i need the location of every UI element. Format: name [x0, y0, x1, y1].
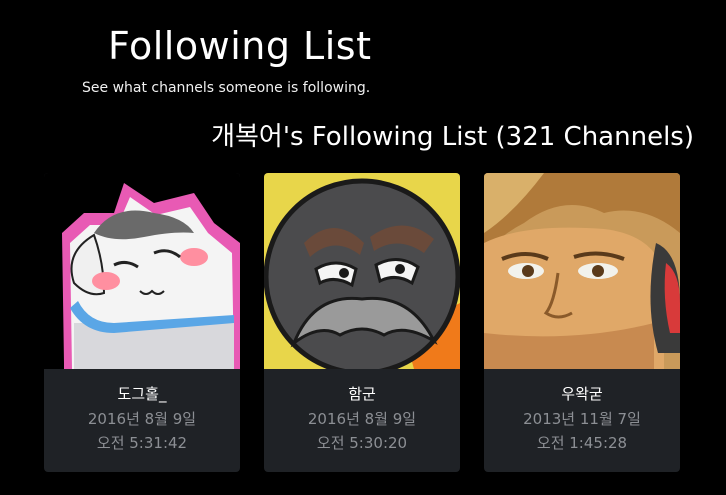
channel-avatar[interactable]: [484, 173, 680, 369]
follow-date: 2013년 11월 7일: [523, 410, 641, 428]
follow-date: 2016년 8월 9일: [307, 410, 417, 428]
channel-avatar[interactable]: [44, 173, 240, 369]
channel-name[interactable]: 도그홀_: [44, 383, 240, 404]
following-list-heading: 개복어's Following List (321 Channels): [211, 122, 694, 152]
follow-time: 오전 1:45:28: [536, 434, 628, 452]
channel-card[interactable]: 우왁굳 2013년 11월 7일 오전 1:45:28: [484, 173, 680, 472]
follow-date: 2016년 8월 9일: [87, 410, 197, 428]
channel-card[interactable]: 도그홀_ 2016년 8월 9일 오전 5:31:42: [44, 173, 240, 472]
channel-card[interactable]: 함군 2016년 8월 9일 오전 5:30:20: [264, 173, 460, 472]
page-title: Following List: [108, 24, 372, 68]
channel-name[interactable]: 함군: [264, 383, 460, 404]
channel-name[interactable]: 우왁굳: [484, 383, 680, 404]
follow-time: 오전 5:30:20: [316, 434, 408, 452]
channel-avatar[interactable]: [264, 173, 460, 369]
page-subtitle: See what channels someone is following.: [82, 80, 371, 96]
follow-time: 오전 5:31:42: [96, 434, 188, 452]
